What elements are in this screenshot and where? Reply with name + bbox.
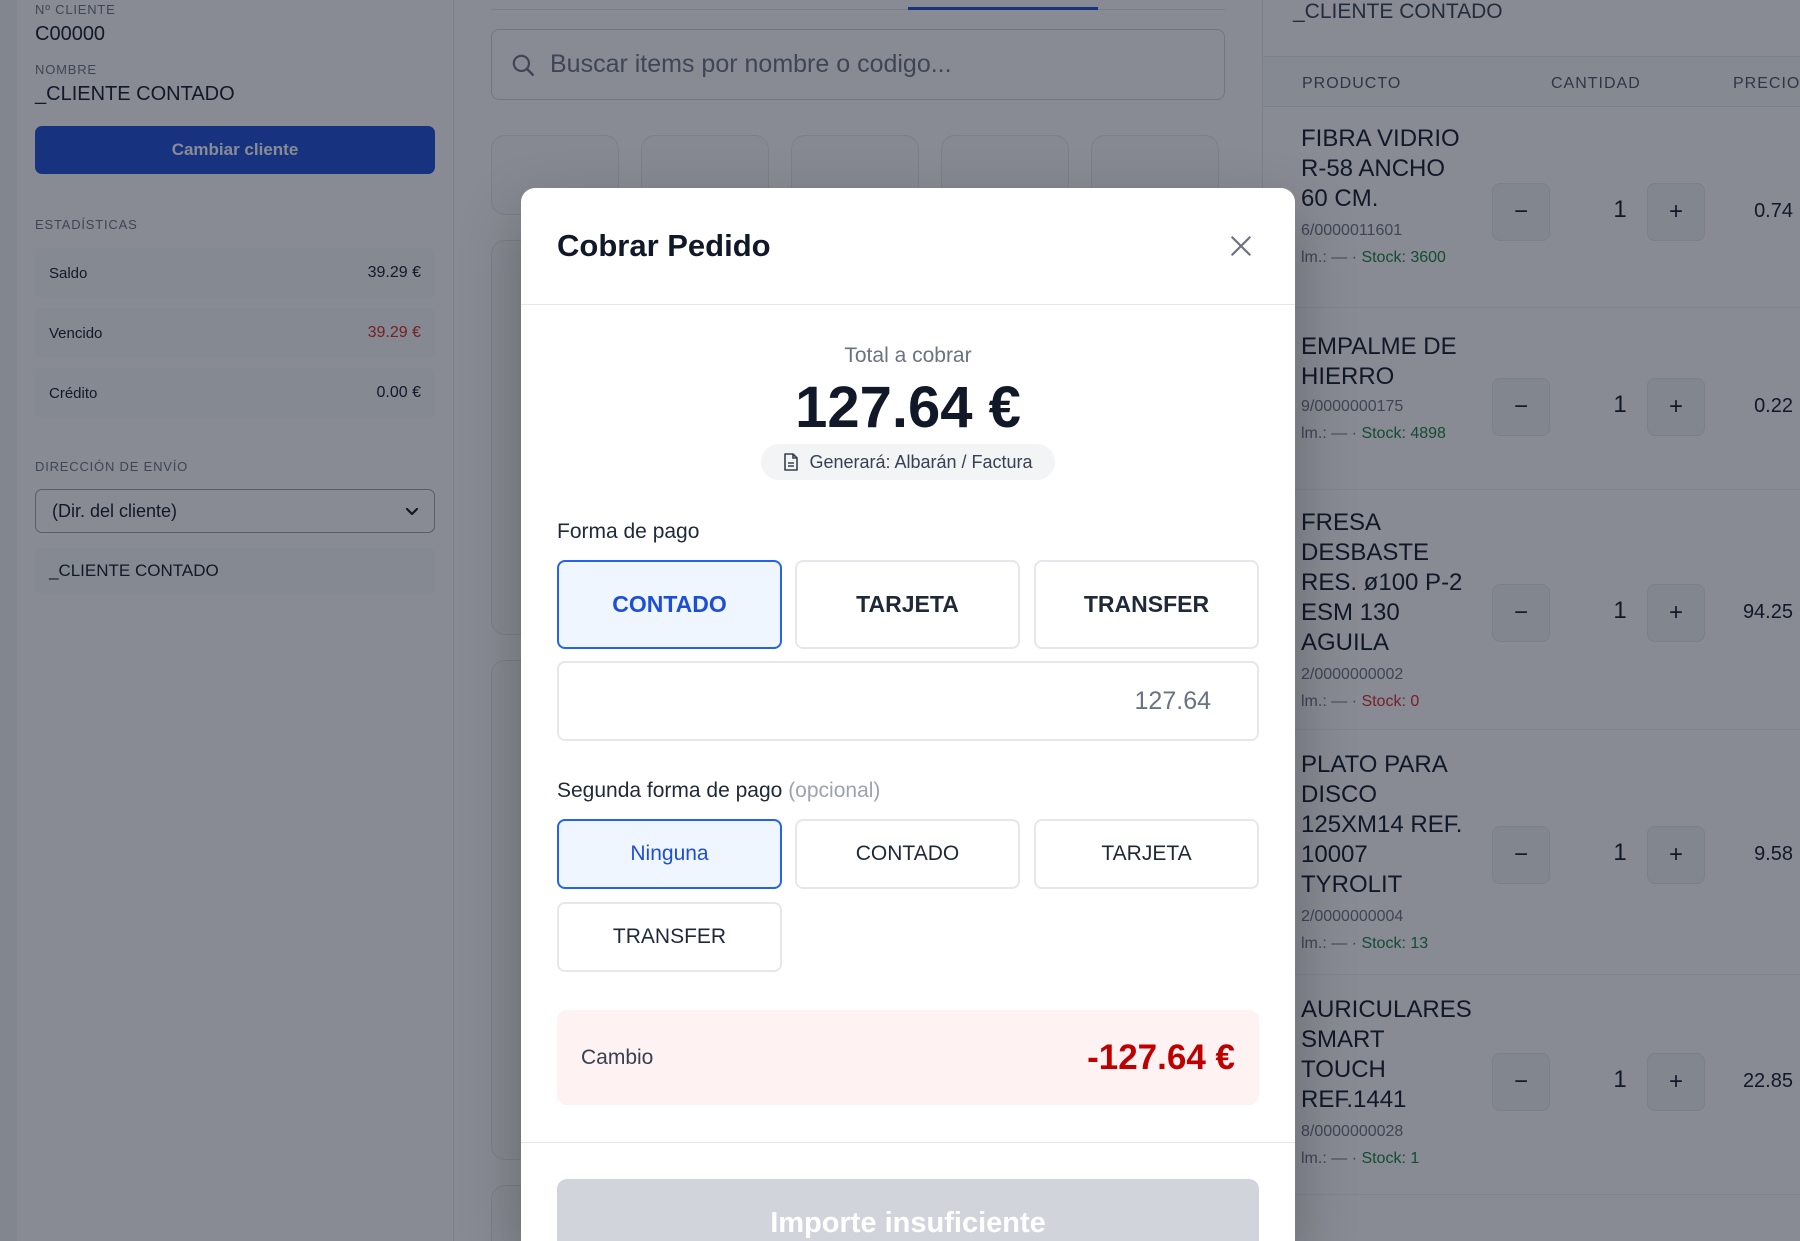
change-value: -127.64 € xyxy=(1087,1037,1235,1077)
second-payment-ninguna-button[interactable]: Ninguna xyxy=(557,819,782,889)
change-summary: Cambio -127.64 € xyxy=(557,1010,1259,1105)
second-payment-contado-button[interactable]: CONTADO xyxy=(795,819,1020,889)
modal-title: Cobrar Pedido xyxy=(557,228,771,263)
checkout-modal: Cobrar Pedido Total a cobrar 127.64 € Ge… xyxy=(521,188,1295,1241)
payment-tarjeta-button[interactable]: TARJETA xyxy=(795,560,1020,649)
total-label: Total a cobrar xyxy=(844,344,972,367)
close-icon xyxy=(1231,236,1251,256)
close-button[interactable] xyxy=(1221,226,1261,266)
second-payment-label-text: Segunda forma de pago xyxy=(557,779,783,802)
optional-hint: (opcional) xyxy=(788,779,881,802)
second-payment-tarjeta-button[interactable]: TARJETA xyxy=(1034,819,1259,889)
document-type-text: Generará: Albarán / Factura xyxy=(809,451,1033,472)
modal-footer-divider xyxy=(521,1142,1295,1143)
document-type-badge: Generará: Albarán / Factura xyxy=(761,444,1055,480)
payment-contado-button[interactable]: CONTADO xyxy=(557,560,782,649)
payment-method-label: Forma de pago xyxy=(557,520,700,543)
confirm-payment-button[interactable]: Importe insuficiente xyxy=(557,1179,1259,1241)
amount-placeholder: 127.64 xyxy=(1134,686,1211,715)
modal-header: Cobrar Pedido xyxy=(521,188,1295,305)
payment-amount-input[interactable]: 127.64 xyxy=(557,661,1259,741)
payment-transfer-button[interactable]: TRANSFER xyxy=(1034,560,1259,649)
total-amount: 127.64 € xyxy=(795,375,1021,440)
second-payment-transfer-button[interactable]: TRANSFER xyxy=(557,902,782,972)
second-payment-label: Segunda forma de pago (opcional) xyxy=(557,779,880,803)
change-label: Cambio xyxy=(581,1045,654,1069)
document-icon xyxy=(784,453,799,471)
